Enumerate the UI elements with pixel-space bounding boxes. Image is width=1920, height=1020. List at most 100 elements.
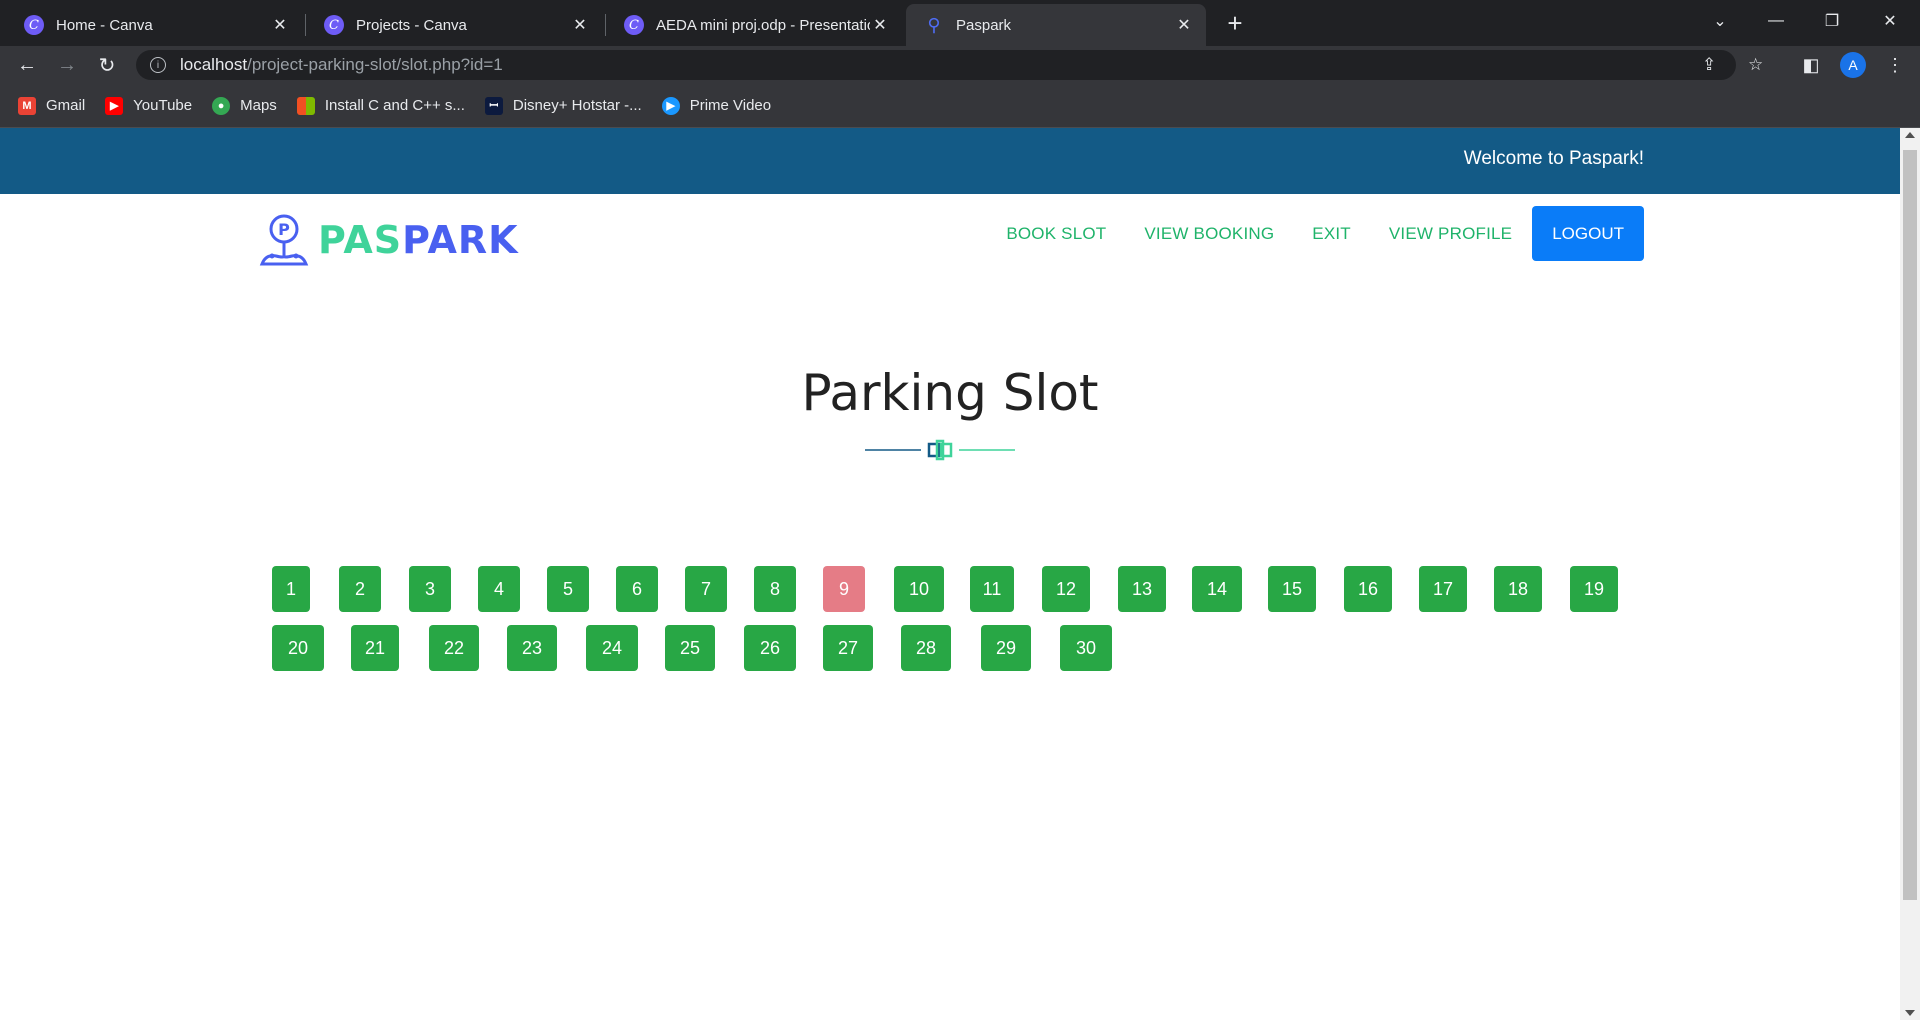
- logo-pin-letter: P: [278, 220, 290, 239]
- slot-button-24[interactable]: 24: [586, 625, 638, 671]
- minimize-button[interactable]: —: [1756, 6, 1796, 36]
- nav-view-booking[interactable]: VIEW BOOKING: [1144, 224, 1274, 244]
- nav-exit[interactable]: EXIT: [1312, 224, 1351, 244]
- bookmarks-bar: M Gmail ▶ YouTube ● Maps Install C and C…: [0, 84, 1920, 128]
- forward-button[interactable]: →: [52, 50, 82, 80]
- window-close-button[interactable]: ✕: [1870, 6, 1910, 36]
- youtube-icon: ▶: [105, 96, 124, 115]
- close-icon[interactable]: ✕: [870, 15, 890, 35]
- back-button[interactable]: ←: [12, 50, 42, 80]
- top-info-bar: Welcome to Paspark!: [0, 128, 1900, 194]
- new-tab-button[interactable]: +: [1220, 8, 1250, 38]
- slot-button-20[interactable]: 20: [272, 625, 324, 671]
- slot-button-1[interactable]: 1: [272, 566, 310, 612]
- canva-icon: C: [24, 15, 44, 35]
- profile-avatar[interactable]: A: [1840, 52, 1866, 78]
- tab-title: Paspark: [956, 16, 1012, 34]
- tab-title: Projects - Canva: [356, 16, 467, 34]
- slot-button-28[interactable]: 28: [901, 625, 951, 671]
- bookmark-star-icon[interactable]: ☆: [1748, 50, 1763, 80]
- prime-video-icon: ▶: [661, 96, 680, 115]
- slot-button-5[interactable]: 5: [547, 566, 589, 612]
- site-info-icon[interactable]: i: [150, 57, 166, 73]
- parking-pin-icon: P: [259, 214, 309, 266]
- slot-button-30[interactable]: 30: [1060, 625, 1112, 671]
- canva-icon: C: [624, 15, 644, 35]
- slot-button-27[interactable]: 27: [823, 625, 873, 671]
- bookmark-install-c[interactable]: Install C and C++ s...: [296, 96, 465, 115]
- scrollbar-thumb[interactable]: [1903, 150, 1917, 900]
- restore-button[interactable]: ❐: [1812, 6, 1852, 36]
- bookmark-hotstar[interactable]: ꟷ Disney+ Hotstar -...: [484, 96, 642, 115]
- welcome-text: Welcome to Paspark!: [1463, 148, 1644, 169]
- logo-text-park: PARK: [402, 218, 519, 262]
- canva-icon: C: [324, 15, 344, 35]
- page-title: Parking Slot: [801, 364, 1099, 422]
- map-pin-icon: ⚲: [927, 14, 941, 36]
- bookmark-label: Install C and C++ s...: [324, 97, 465, 114]
- close-icon[interactable]: ✕: [270, 15, 290, 35]
- slot-button-17[interactable]: 17: [1419, 566, 1467, 612]
- tab-title: AEDA mini proj.odp - Presentatio: [656, 16, 870, 34]
- scroll-down-arrow-icon[interactable]: [1905, 1010, 1915, 1016]
- bookmark-label: Maps: [240, 97, 277, 114]
- bookmark-label: Gmail: [46, 97, 86, 114]
- slot-button-11[interactable]: 11: [970, 566, 1014, 612]
- slot-button-4[interactable]: 4: [478, 566, 520, 612]
- slot-button-15[interactable]: 15: [1268, 566, 1316, 612]
- slot-button-29[interactable]: 29: [981, 625, 1031, 671]
- slot-button-22[interactable]: 22: [429, 625, 479, 671]
- nav-book-slot[interactable]: BOOK SLOT: [1006, 224, 1106, 244]
- tab-home-canva[interactable]: C Home - Canva ✕: [6, 4, 302, 46]
- bookmark-gmail[interactable]: M Gmail: [18, 96, 86, 115]
- slot-button-2[interactable]: 2: [339, 566, 381, 612]
- slot-button-25[interactable]: 25: [665, 625, 715, 671]
- tab-paspark[interactable]: ⚲ Paspark ✕: [906, 4, 1206, 46]
- browser-toolbar: ← → ↻ i localhost/project-parking-slot/s…: [0, 46, 1920, 84]
- slot-button-19[interactable]: 19: [1570, 566, 1618, 612]
- nav-view-profile[interactable]: VIEW PROFILE: [1389, 224, 1512, 244]
- address-bar[interactable]: i localhost/project-parking-slot/slot.ph…: [136, 50, 1763, 80]
- slot-button-18[interactable]: 18: [1494, 566, 1542, 612]
- tab-projects-canva[interactable]: C Projects - Canva ✕: [306, 4, 602, 46]
- bookmark-youtube[interactable]: ▶ YouTube: [105, 96, 192, 115]
- tab-search-chevron-icon[interactable]: ⌄: [1700, 6, 1740, 36]
- bookmark-label: Disney+ Hotstar -...: [512, 97, 642, 114]
- paspark-logo[interactable]: P PASPARK: [256, 212, 519, 268]
- close-icon[interactable]: ✕: [1174, 15, 1194, 35]
- side-panel-icon[interactable]: ◧: [1796, 50, 1826, 80]
- url-path: /project-parking-slot/slot.php?id=1: [247, 55, 503, 74]
- gmail-icon: M: [18, 96, 36, 115]
- slot-button-13[interactable]: 13: [1118, 566, 1166, 612]
- main-nav: BOOK SLOT VIEW BOOKING EXIT VIEW PROFILE…: [968, 206, 1644, 261]
- logout-button[interactable]: LOGOUT: [1532, 206, 1644, 261]
- hotstar-icon: ꟷ: [484, 96, 503, 115]
- bookmark-label: Prime Video: [689, 97, 772, 114]
- url-host: localhost: [180, 55, 248, 74]
- share-icon[interactable]: ⇪: [1702, 50, 1716, 80]
- logo-text-pas: PAS: [318, 218, 403, 262]
- logo-text: PASPARK: [318, 218, 519, 262]
- slot-button-3[interactable]: 3: [409, 566, 451, 612]
- menu-kebab-icon[interactable]: ⋮: [1880, 50, 1910, 80]
- slot-button-9[interactable]: 9: [823, 566, 865, 612]
- bookmark-prime-video[interactable]: ▶ Prime Video: [661, 96, 772, 115]
- slot-button-7[interactable]: 7: [685, 566, 727, 612]
- slot-button-8[interactable]: 8: [754, 566, 796, 612]
- scroll-up-arrow-icon[interactable]: [1905, 132, 1915, 138]
- slot-button-21[interactable]: 21: [351, 625, 399, 671]
- slot-button-16[interactable]: 16: [1344, 566, 1392, 612]
- tab-aeda-presentation[interactable]: C AEDA mini proj.odp - Presentatio ✕: [606, 4, 902, 46]
- slot-button-12[interactable]: 12: [1042, 566, 1090, 612]
- reload-button[interactable]: ↻: [92, 50, 122, 80]
- slot-button-23[interactable]: 23: [507, 625, 557, 671]
- maps-icon: ●: [212, 96, 231, 115]
- bookmark-maps[interactable]: ● Maps: [212, 96, 277, 115]
- slot-button-26[interactable]: 26: [744, 625, 796, 671]
- slot-button-14[interactable]: 14: [1192, 566, 1242, 612]
- slot-button-10[interactable]: 10: [894, 566, 944, 612]
- page-scrollbar[interactable]: [1900, 128, 1920, 1020]
- slot-button-6[interactable]: 6: [616, 566, 658, 612]
- page-content: Welcome to Paspark! P PASPARK BOOK SLOT …: [0, 128, 1900, 1020]
- close-icon[interactable]: ✕: [570, 15, 590, 35]
